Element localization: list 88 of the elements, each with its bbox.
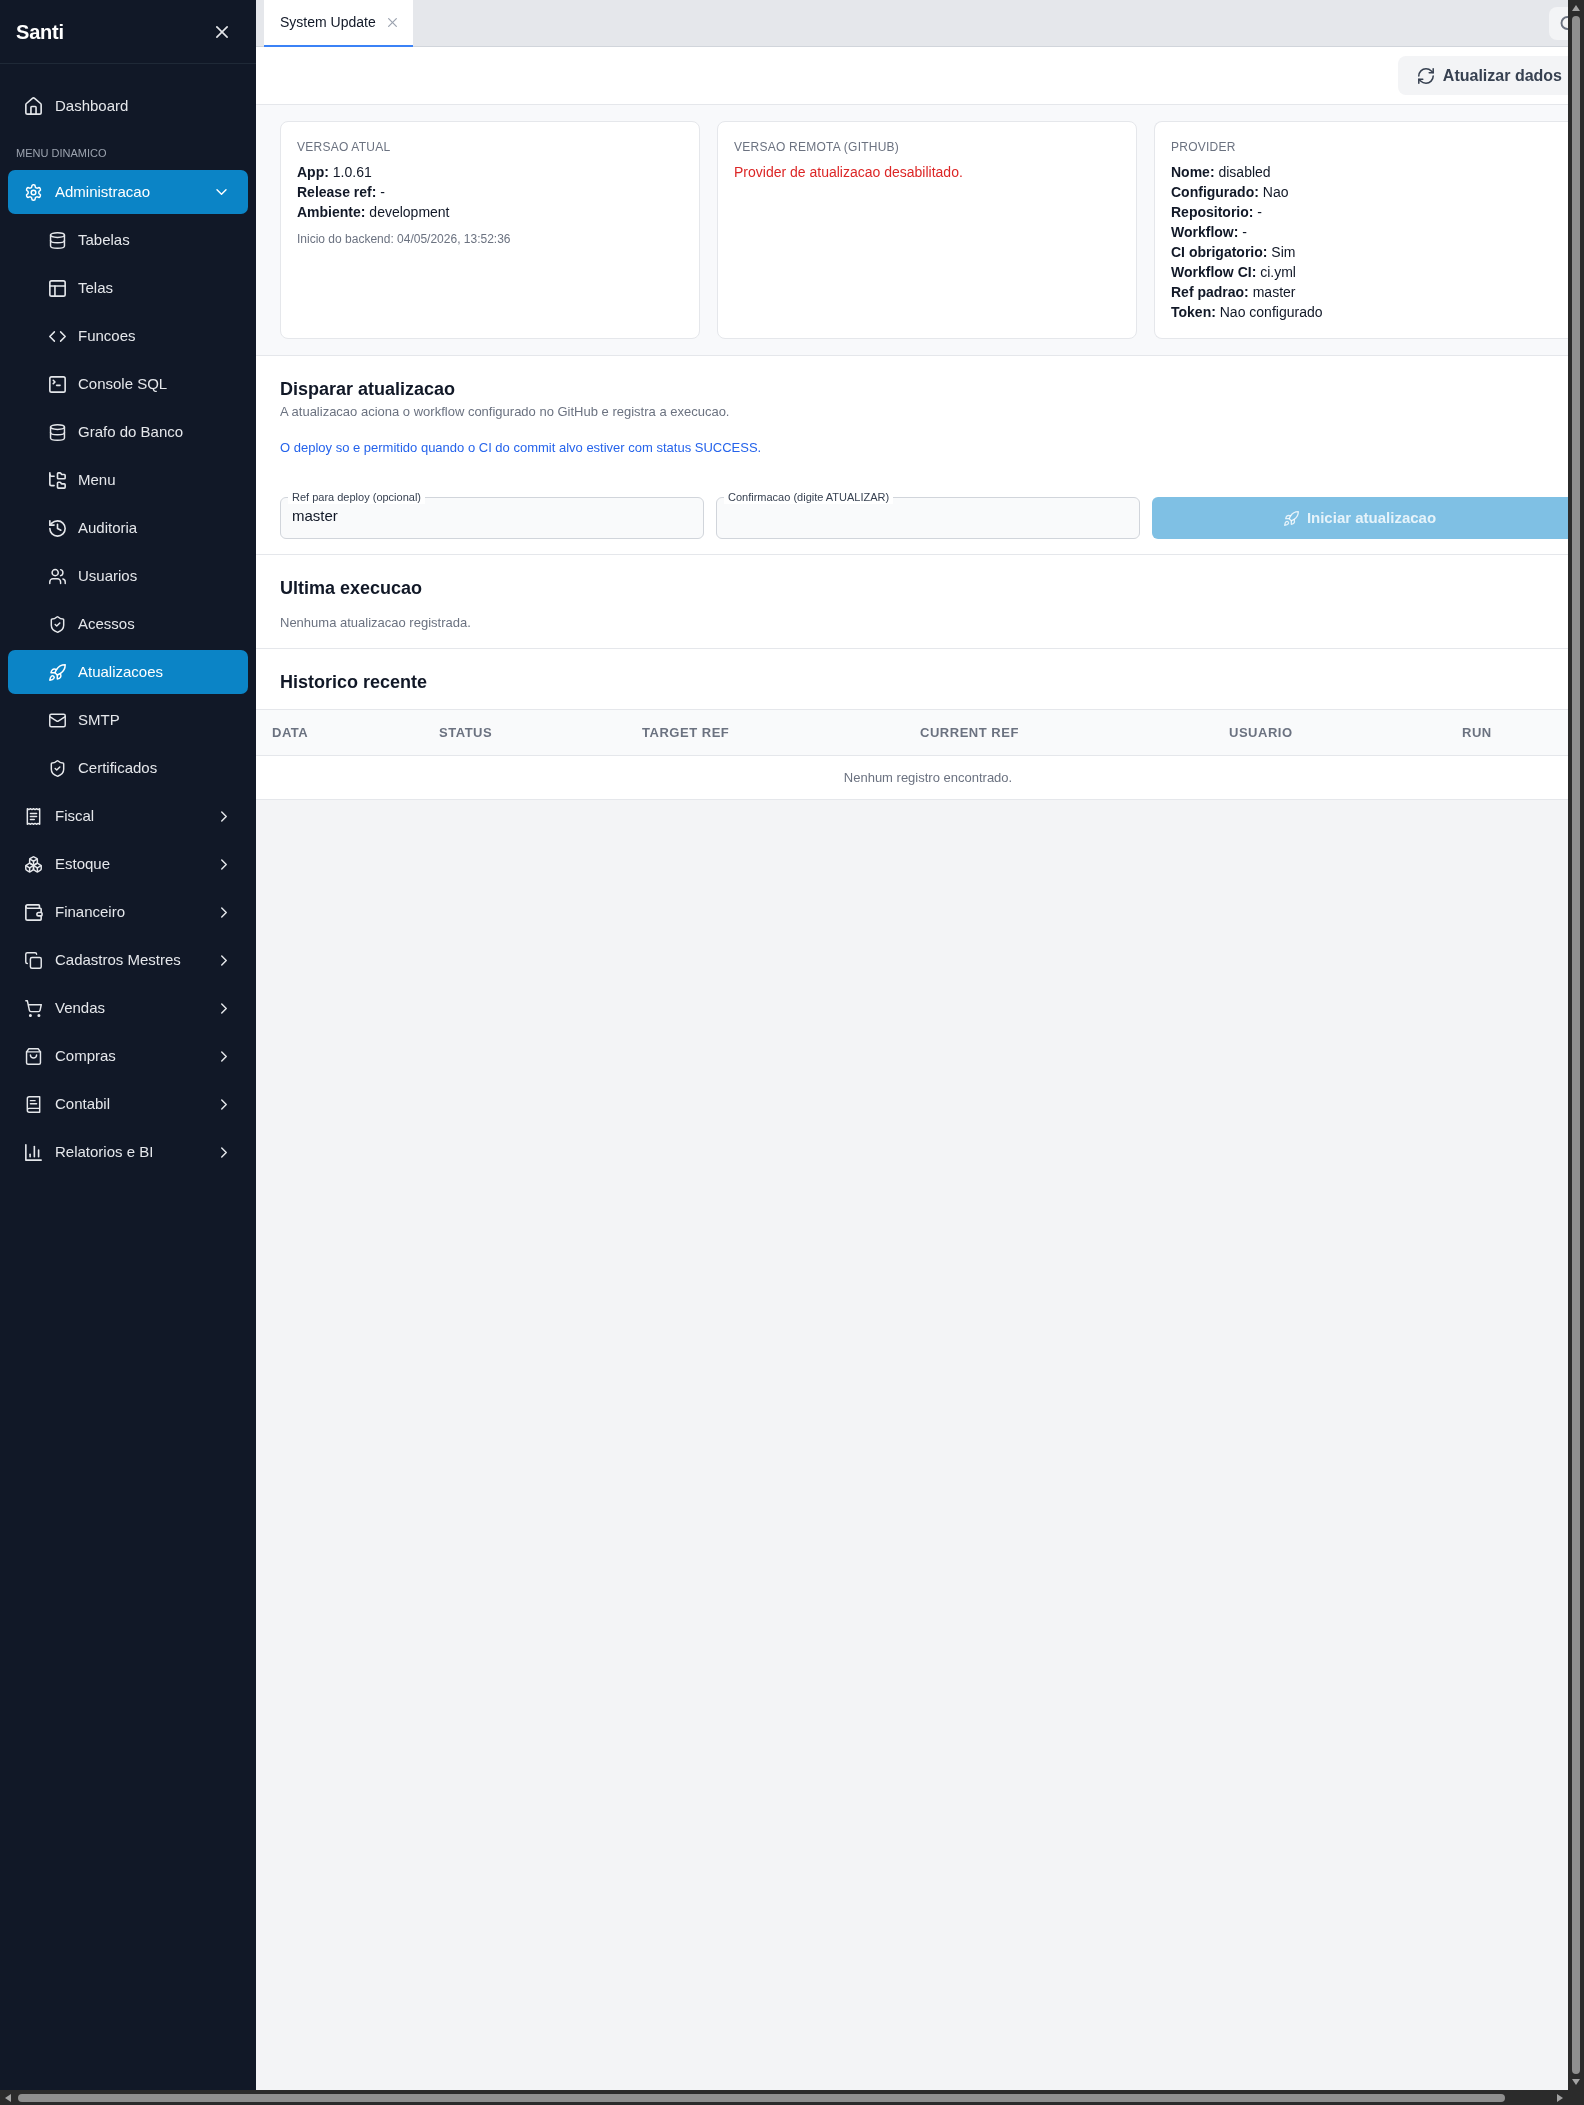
empty-message: Nenhum registro encontrado. — [256, 755, 1568, 799]
info-line: Nome: disabled — [1171, 163, 1272, 182]
users-icon — [49, 567, 66, 585]
card-title: PROVIDER — [1171, 139, 1237, 156]
mail-icon — [49, 711, 66, 729]
receipt-icon — [25, 807, 42, 825]
info-line: Configurado: Nao — [1171, 183, 1290, 202]
info-line: CI obrigatorio: Sim — [1171, 243, 1297, 262]
info-line: Release ref: - — [297, 183, 386, 202]
cart-icon — [25, 999, 42, 1017]
info-line: Token: Nao configurado — [1171, 303, 1324, 322]
column-header[interactable]: TARGET REF — [626, 709, 904, 756]
refresh-button[interactable]: Atualizar dados — [1397, 56, 1568, 95]
info-line: Repositorio: - — [1171, 203, 1263, 222]
history-icon — [49, 519, 66, 537]
scrollbar-thumb[interactable] — [1572, 16, 1580, 2074]
sidebar-item[interactable]: SMTP — [8, 698, 248, 742]
bar-chart-icon — [25, 1143, 42, 1161]
info-line: Ref padrao: master — [1171, 283, 1297, 302]
field-label: Ref para deploy (opcional) — [288, 490, 426, 504]
sidebar-item[interactable]: Fiscal — [8, 794, 248, 838]
column-header[interactable]: USUARIO — [1213, 709, 1446, 756]
scroll-down-arrow-icon[interactable] — [1572, 2078, 1580, 2086]
info-line: Ambiente: development — [297, 203, 451, 222]
column-header[interactable]: CURRENT REF — [904, 709, 1213, 756]
info-message: O deploy so e permitido quando o CI do commit alvo estiver com status SUCCESS. — [280, 439, 763, 457]
section-description: A atualizacao aciona o workflow configurado no GitHub e registra a execucao. — [280, 403, 731, 421]
sidebar-item[interactable]: Tabelas — [8, 218, 248, 262]
sidebar-item[interactable]: Contabil — [8, 1082, 248, 1126]
sidebar-item[interactable]: Estoque — [8, 842, 248, 886]
app-brand: Santi — [16, 19, 64, 45]
sidebar-item[interactable]: Compras — [8, 1034, 248, 1078]
shield-check-icon — [49, 615, 66, 633]
layout-icon — [49, 279, 66, 297]
card-note: Inicio do backend: 04/05/2026, 13:52:36 — [297, 231, 512, 248]
section-title: Historico recente — [280, 671, 429, 693]
database-icon — [49, 231, 66, 249]
sidebar-item[interactable]: Certificados — [8, 746, 248, 790]
column-header[interactable]: DATA — [256, 709, 423, 756]
refresh-icon — [1417, 67, 1434, 84]
scrollbar-thumb[interactable] — [18, 2093, 1505, 2102]
card-title: VERSAO REMOTA (GITHUB) — [734, 139, 901, 156]
tab[interactable]: System Update — [264, 0, 413, 47]
sidebar-item[interactable]: Acessos — [8, 602, 248, 646]
bag-icon — [25, 1047, 42, 1065]
section-title: Disparar atualizacao — [280, 378, 457, 400]
wallet-icon — [25, 903, 42, 921]
rocket-icon — [1283, 510, 1299, 526]
sidebar-item[interactable]: Dashboard — [8, 84, 248, 128]
sidebar-item[interactable]: Auditoria — [8, 506, 248, 550]
section-title: Ultima execucao — [280, 577, 424, 599]
scroll-up-arrow-icon[interactable] — [1572, 4, 1580, 12]
sidebar-item[interactable]: Usuarios — [8, 554, 248, 598]
terminal-icon — [49, 375, 66, 393]
menu-section-label: MENU DINAMICO — [16, 146, 108, 161]
sidebar-item[interactable]: Menu — [8, 458, 248, 502]
scroll-right-arrow-icon[interactable] — [1556, 2093, 1564, 2102]
field-label: Confirmacao (digite ATUALIZAR) — [724, 490, 894, 504]
scroll-left-arrow-icon[interactable] — [4, 2093, 12, 2102]
info-line: Workflow: - — [1171, 223, 1248, 242]
tab-bar-button[interactable] — [1549, 6, 1568, 40]
info-line: Workflow CI: ci.yml — [1171, 263, 1297, 282]
rocket-icon — [49, 663, 66, 681]
sidebar-item[interactable]: Vendas — [8, 986, 248, 1030]
sidebar-item[interactable]: Administracao — [8, 170, 248, 214]
sidebar-item[interactable]: Cadastros Mestres — [8, 938, 248, 982]
boxes-icon — [25, 855, 42, 873]
sidebar-item[interactable]: Console SQL — [8, 362, 248, 406]
column-header[interactable]: RUN — [1446, 709, 1568, 756]
sidebar-item[interactable]: Relatorios e BI — [8, 1130, 248, 1174]
book-icon — [25, 1095, 42, 1113]
sidebar-item[interactable]: Funcoes — [8, 314, 248, 358]
sidebar-item[interactable]: Financeiro — [8, 890, 248, 934]
house-icon — [25, 97, 42, 115]
sidebar-item[interactable]: Telas — [8, 266, 248, 310]
database-icon — [49, 423, 66, 441]
copy-icon — [25, 951, 42, 969]
column-header[interactable]: STATUS — [423, 709, 626, 756]
folder-tree-icon — [49, 471, 66, 489]
info-line: App: 1.0.61 — [297, 163, 373, 182]
gear-icon — [25, 183, 42, 201]
empty-message: Nenhuma atualizacao registrada. — [280, 614, 472, 632]
sidebar-item[interactable]: Atualizacoes — [8, 650, 248, 694]
sidebar-item[interactable]: Grafo do Banco — [8, 410, 248, 454]
shield-check-icon — [49, 759, 66, 777]
error-message: Provider de atualizacao desabilitado. — [734, 163, 964, 182]
vertical-scrollbar[interactable] — [1568, 0, 1584, 2090]
card-title: VERSAO ATUAL — [297, 139, 392, 156]
